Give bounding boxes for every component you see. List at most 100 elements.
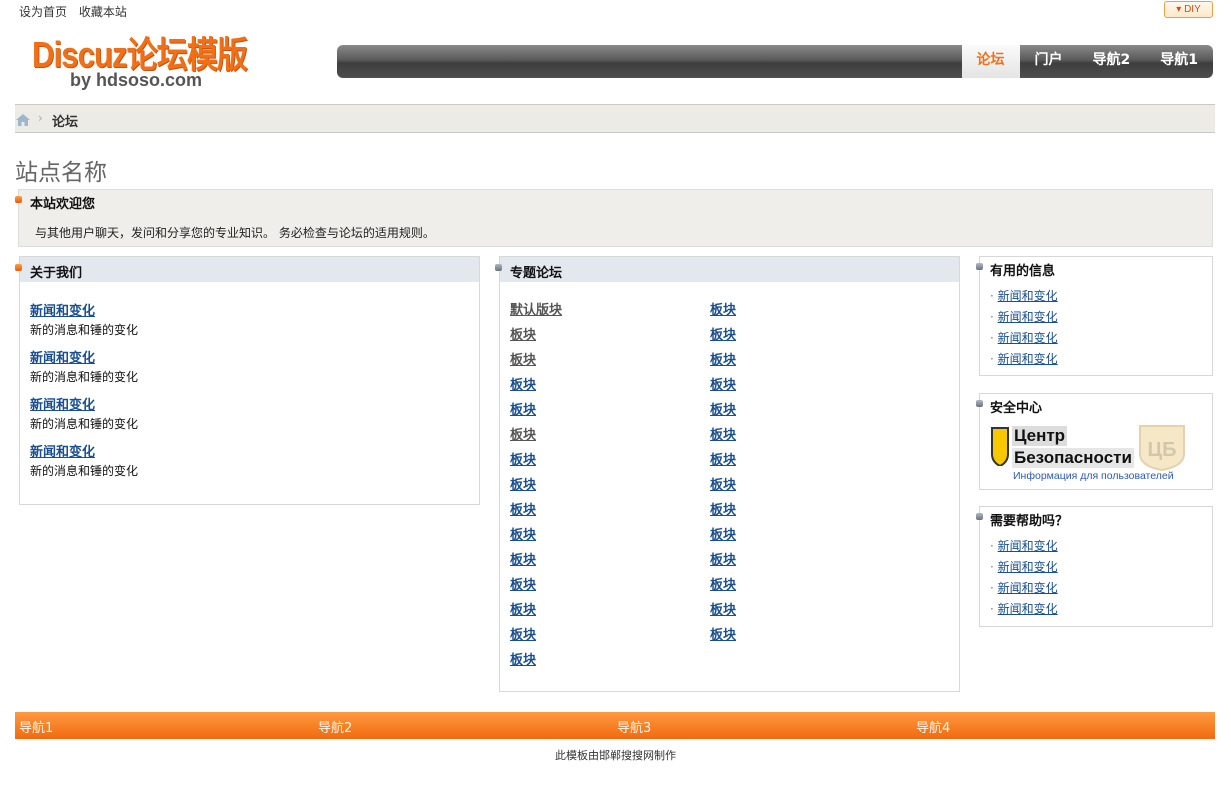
forum-link[interactable]: 板块 — [710, 349, 736, 374]
forum-link[interactable]: 板块 — [510, 374, 562, 399]
useful-link[interactable]: 新闻和变化 — [998, 289, 1058, 303]
main-nav: 论坛 门户 导航2 导航1 — [337, 45, 1213, 78]
shield-icon — [991, 427, 1009, 466]
forum-link[interactable]: 板块 — [710, 374, 736, 399]
forum-link[interactable]: 板块 — [710, 449, 736, 474]
forum-link[interactable]: 板块 — [510, 624, 562, 649]
news-desc: 新的消息和锤的变化 — [30, 464, 139, 478]
list-item: · 新闻和变化 — [990, 331, 1058, 345]
list-item: · 新闻和变化 — [990, 352, 1058, 366]
logo-subtitle: by hdsoso.com — [70, 70, 203, 90]
news-link[interactable]: 新闻和变化 — [30, 347, 138, 366]
forum-link[interactable]: 板块 — [710, 299, 736, 324]
breadcrumb-current[interactable]: 论坛 — [52, 111, 78, 130]
security-title-line2: Безопасности — [1012, 448, 1134, 468]
list-item: · 新闻和变化 — [990, 539, 1058, 553]
set-home-link[interactable]: 设为首页 — [19, 5, 67, 19]
bullet-icon — [15, 264, 22, 271]
forum-link[interactable]: 板块 — [710, 574, 736, 599]
breadcrumb-separator: › — [38, 111, 43, 125]
help-link[interactable]: 新闻和变化 — [998, 602, 1058, 616]
forum-link[interactable]: 板块 — [710, 599, 736, 624]
list-item: 新闻和变化 新的消息和锤的变化 — [30, 347, 138, 385]
page-title: 站点名称 — [15, 160, 107, 186]
watermark-text: ЦБ — [1148, 439, 1177, 461]
security-title-line1: Центр — [1012, 426, 1068, 446]
forum-link-default[interactable]: 默认版块 — [510, 299, 562, 324]
bullet-icon — [15, 196, 22, 203]
forum-link[interactable]: 板块 — [510, 599, 562, 624]
news-desc: 新的消息和锤的变化 — [30, 417, 139, 431]
bullet-icon — [976, 263, 983, 270]
forum-link[interactable]: 板块 — [710, 524, 736, 549]
diy-button[interactable]: ▾ DIY — [1164, 1, 1213, 18]
list-item: · 新闻和变化 — [990, 289, 1058, 303]
security-center-logo[interactable]: Центр Безопасности Информация для пользо… — [990, 422, 1186, 484]
nav-item-nav1[interactable]: 导航1 — [1145, 45, 1213, 78]
forum-link[interactable]: 板块 — [710, 424, 736, 449]
forum-link[interactable]: 板块 — [710, 474, 736, 499]
forum-link[interactable]: 板块 — [710, 499, 736, 524]
forum-link[interactable]: 板块 — [710, 624, 736, 649]
forum-link[interactable]: 板块 — [510, 474, 562, 499]
home-icon[interactable] — [16, 114, 30, 126]
footer-nav-item[interactable]: 导航1 — [19, 717, 53, 736]
footer-nav-item[interactable]: 导航2 — [318, 717, 352, 736]
forum-link[interactable]: 板块 — [710, 324, 736, 349]
forum-link[interactable]: 板块 — [710, 549, 736, 574]
logo-title: Discuz论坛模版 — [32, 34, 248, 75]
forum-link[interactable]: 板块 — [510, 424, 562, 449]
useful-link[interactable]: 新闻和变化 — [998, 310, 1058, 324]
security-watermark-icon: ЦБ — [1139, 425, 1185, 472]
bookmark-link[interactable]: 收藏本站 — [79, 5, 127, 19]
nav-item-portal[interactable]: 门户 — [1020, 45, 1078, 78]
bullet-icon — [495, 264, 502, 271]
list-item: · 新闻和变化 — [990, 310, 1058, 324]
nav-item-nav2[interactable]: 导航2 — [1078, 45, 1146, 78]
security-heading: 安全中心 — [990, 401, 1043, 416]
diy-label: DIY — [1184, 4, 1201, 15]
news-desc: 新的消息和锤的变化 — [30, 370, 139, 384]
forum-link[interactable]: 板块 — [510, 324, 562, 349]
list-item: 新闻和变化 新的消息和锤的变化 — [30, 441, 138, 479]
useful-heading: 有用的信息 — [990, 264, 1056, 279]
breadcrumb: › 论坛 — [15, 104, 1215, 133]
useful-link[interactable]: 新闻和变化 — [998, 352, 1058, 366]
forum-link[interactable]: 板块 — [710, 399, 736, 424]
help-link[interactable]: 新闻和变化 — [998, 539, 1058, 553]
site-logo[interactable]: Discuz论坛模版 by hdsoso.com — [32, 34, 282, 91]
nav-item-forum[interactable]: 论坛 — [961, 45, 1020, 78]
top-links: 设为首页 收藏本站 — [19, 3, 135, 20]
forum-link[interactable]: 板块 — [510, 574, 562, 599]
security-panel: 安全中心 Центр Безопасности Информация для п… — [976, 393, 1213, 490]
forum-list-col1: 默认版块 板块 板块 板块 板块 板块 板块 板块 板块 板块 板块 板块 板块… — [510, 299, 562, 674]
forum-link[interactable]: 板块 — [510, 399, 562, 424]
news-link[interactable]: 新闻和变化 — [30, 300, 138, 319]
footer-nav: 导航1 导航2 导航3 导航4 — [15, 712, 1215, 739]
list-item: · 新闻和变化 — [990, 602, 1058, 616]
welcome-heading: 本站欢迎您 — [30, 197, 96, 212]
useful-info-panel: 有用的信息 · 新闻和变化 · 新闻和变化 · 新闻和变化 · 新闻和变化 — [976, 256, 1213, 376]
footer-nav-item[interactable]: 导航4 — [916, 717, 950, 736]
forum-link[interactable]: 板块 — [510, 499, 562, 524]
news-link[interactable]: 新闻和变化 — [30, 394, 138, 413]
list-item: 新闻和变化 新的消息和锤的变化 — [30, 394, 138, 432]
footer-nav-item[interactable]: 导航3 — [617, 717, 651, 736]
forum-link[interactable]: 板块 — [510, 649, 562, 674]
forum-link[interactable]: 板块 — [510, 449, 562, 474]
about-heading: 关于我们 — [30, 266, 83, 281]
forum-link[interactable]: 板块 — [510, 349, 562, 374]
forum-link[interactable]: 板块 — [510, 524, 562, 549]
help-link[interactable]: 新闻和变化 — [998, 581, 1058, 595]
useful-link[interactable]: 新闻和变化 — [998, 331, 1058, 345]
footer-credit: 此模板由邯郸搜搜网制作 — [555, 749, 676, 762]
bullet-icon — [976, 513, 983, 520]
welcome-box: 本站欢迎您 与其他用户聊天，发问和分享您的专业知识。 务必检查与论坛的适用规则。 — [15, 189, 1213, 247]
help-heading: 需要帮助吗？ — [990, 514, 1069, 529]
news-link[interactable]: 新闻和变化 — [30, 441, 138, 460]
help-link[interactable]: 新闻和变化 — [998, 560, 1058, 574]
list-item: · 新闻和变化 — [990, 560, 1058, 574]
forum-link[interactable]: 板块 — [510, 549, 562, 574]
news-desc: 新的消息和锤的变化 — [30, 323, 139, 337]
diy-arrow-icon: ▾ — [1176, 4, 1182, 15]
